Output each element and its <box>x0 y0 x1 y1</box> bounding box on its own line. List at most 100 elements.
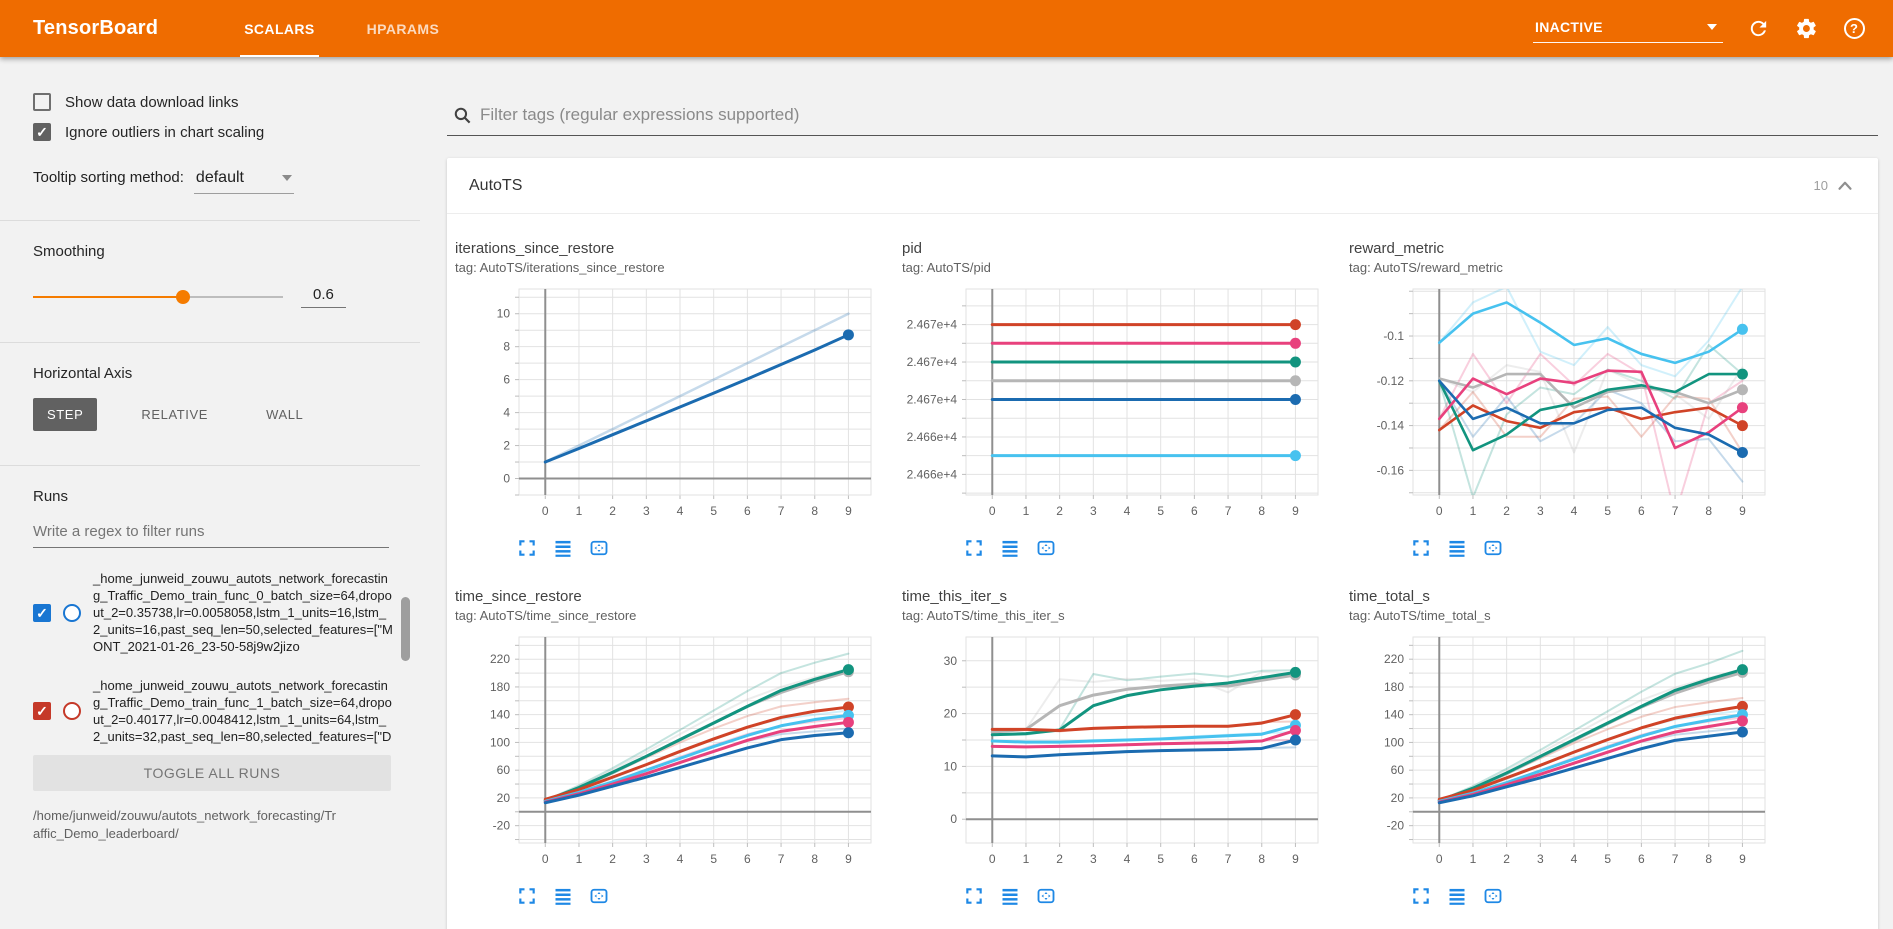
svg-text:-0.1: -0.1 <box>1383 329 1404 343</box>
runs-selector-icon[interactable] <box>553 538 573 558</box>
runs-selector-icon[interactable] <box>1447 886 1467 906</box>
slider-thumb[interactable] <box>176 290 190 304</box>
runs-selector-icon[interactable] <box>553 886 573 906</box>
tooltip-sort-dropdown[interactable]: default <box>194 167 294 194</box>
svg-text:2.467e+4: 2.467e+4 <box>907 318 958 332</box>
tensorboard-app: TensorBoard SCALARS HPARAMS INACTIVE <box>0 0 1893 929</box>
ignore-outliers-checkbox[interactable]: ✓ <box>33 123 51 141</box>
svg-text:2: 2 <box>1503 852 1510 866</box>
chart-actions <box>1411 538 1796 558</box>
chart-title: reward_metric <box>1349 240 1796 257</box>
svg-text:7: 7 <box>1225 504 1232 518</box>
svg-text:5: 5 <box>710 504 717 518</box>
svg-text:4: 4 <box>503 406 510 420</box>
autots-card-header[interactable]: AutoTS 10 <box>447 158 1878 214</box>
fit-domain-icon[interactable] <box>1036 886 1056 906</box>
chart-actions <box>964 886 1349 906</box>
chart-time-this-iter-s: time_this_iter_s tag: AutoTS/time_this_i… <box>902 588 1349 906</box>
expand-chart-icon[interactable] <box>1411 886 1431 906</box>
svg-text:7: 7 <box>778 504 785 518</box>
svg-text:220: 220 <box>1384 652 1404 666</box>
svg-text:-20: -20 <box>1387 819 1405 833</box>
svg-text:9: 9 <box>1292 504 1299 518</box>
svg-text:7: 7 <box>1672 504 1679 518</box>
collapse-control[interactable]: 10 <box>1814 175 1856 197</box>
fit-domain-icon[interactable] <box>589 886 609 906</box>
svg-text:6: 6 <box>503 373 510 387</box>
fit-domain-icon[interactable] <box>1483 886 1503 906</box>
svg-text:20: 20 <box>497 791 511 805</box>
svg-text:1: 1 <box>1023 852 1030 866</box>
smoothing-value-input[interactable]: 0.6 <box>301 286 346 308</box>
expand-chart-icon[interactable] <box>517 886 537 906</box>
runs-selector-icon[interactable] <box>1447 538 1467 558</box>
check-icon: ✓ <box>36 606 48 620</box>
tab-scalars-label: SCALARS <box>244 21 314 37</box>
top-tabs: SCALARS HPARAMS <box>218 0 465 57</box>
tab-hparams-label: HPARAMS <box>367 21 440 37</box>
sidebar-divider <box>0 342 420 343</box>
svg-text:-0.14: -0.14 <box>1377 419 1405 433</box>
svg-text:2: 2 <box>1056 504 1063 518</box>
help-button[interactable]: ? <box>1841 16 1867 42</box>
refresh-button[interactable] <box>1745 16 1771 42</box>
toggle-all-runs-button[interactable]: TOGGLE ALL RUNS <box>33 755 391 791</box>
axis-wall-button[interactable]: WALL <box>252 398 317 431</box>
run-0-radio[interactable] <box>63 604 81 622</box>
svg-text:1: 1 <box>1470 504 1477 518</box>
smoothing-slider[interactable] <box>33 289 283 305</box>
chart-title: iterations_since_restore <box>455 240 902 257</box>
fit-domain-icon[interactable] <box>1483 538 1503 558</box>
axis-relative-button[interactable]: RELATIVE <box>127 398 222 431</box>
svg-text:4: 4 <box>1571 504 1578 518</box>
axis-step-button[interactable]: STEP <box>33 398 97 431</box>
chart-canvas[interactable]: 0123456789-0.1-0.12-0.14-0.16 <box>1349 285 1773 525</box>
svg-text:7: 7 <box>1225 852 1232 866</box>
tab-scalars[interactable]: SCALARS <box>218 0 340 57</box>
chevron-down-icon <box>282 175 292 181</box>
run-row: ✓ _home_junweid_zouwu_autots_network_for… <box>33 570 400 655</box>
show-download-links-checkbox[interactable] <box>33 93 51 111</box>
status-dropdown[interactable]: INACTIVE <box>1533 15 1723 43</box>
tag-filter-input[interactable] <box>480 105 1876 125</box>
runs-scrollbar[interactable] <box>401 597 410 661</box>
svg-text:2: 2 <box>609 504 616 518</box>
main-content: AutoTS 10 iterations_since_restore tag: … <box>420 57 1893 929</box>
tab-hparams[interactable]: HPARAMS <box>341 0 466 57</box>
svg-text:-20: -20 <box>493 819 511 833</box>
svg-text:9: 9 <box>1739 852 1746 866</box>
expand-chart-icon[interactable] <box>517 538 537 558</box>
fit-domain-icon[interactable] <box>1036 538 1056 558</box>
svg-text:6: 6 <box>744 852 751 866</box>
run-1-radio[interactable] <box>63 702 81 720</box>
chart-canvas[interactable]: 0123456789-202060100140180220 <box>455 633 879 873</box>
svg-text:0: 0 <box>542 504 549 518</box>
expand-chart-icon[interactable] <box>964 886 984 906</box>
chart-title: time_total_s <box>1349 588 1796 605</box>
expand-chart-icon[interactable] <box>964 538 984 558</box>
chart-canvas[interactable]: 01234567892.467e+42.467e+42.467e+42.466e… <box>902 285 1326 525</box>
runs-filter-input[interactable]: Write a regex to filter runs <box>33 523 389 548</box>
runs-selector-icon[interactable] <box>1000 886 1020 906</box>
runs-selector-icon[interactable] <box>1000 538 1020 558</box>
run-0-checkbox[interactable]: ✓ <box>33 604 51 622</box>
chart-actions <box>964 538 1349 558</box>
svg-text:2: 2 <box>1056 852 1063 866</box>
chart-canvas[interactable]: 01234567890102030 <box>902 633 1326 873</box>
svg-text:0: 0 <box>989 504 996 518</box>
chevron-up-icon <box>1834 175 1856 197</box>
svg-text:60: 60 <box>1391 763 1405 777</box>
run-1-name[interactable]: _home_junweid_zouwu_autots_network_forec… <box>93 677 393 745</box>
chart-canvas[interactable]: 01234567890246810 <box>455 285 879 525</box>
expand-chart-icon[interactable] <box>1411 538 1431 558</box>
run-0-name[interactable]: _home_junweid_zouwu_autots_network_forec… <box>93 570 393 655</box>
fit-domain-icon[interactable] <box>589 538 609 558</box>
chart-canvas[interactable]: 0123456789-202060100140180220 <box>1349 633 1773 873</box>
svg-text:3: 3 <box>1537 504 1544 518</box>
svg-text:4: 4 <box>1571 852 1578 866</box>
run-1-checkbox[interactable]: ✓ <box>33 702 51 720</box>
settings-button[interactable] <box>1793 16 1819 42</box>
show-download-links-label: Show data download links <box>65 94 238 111</box>
svg-text:9: 9 <box>1292 852 1299 866</box>
svg-text:20: 20 <box>944 707 958 721</box>
